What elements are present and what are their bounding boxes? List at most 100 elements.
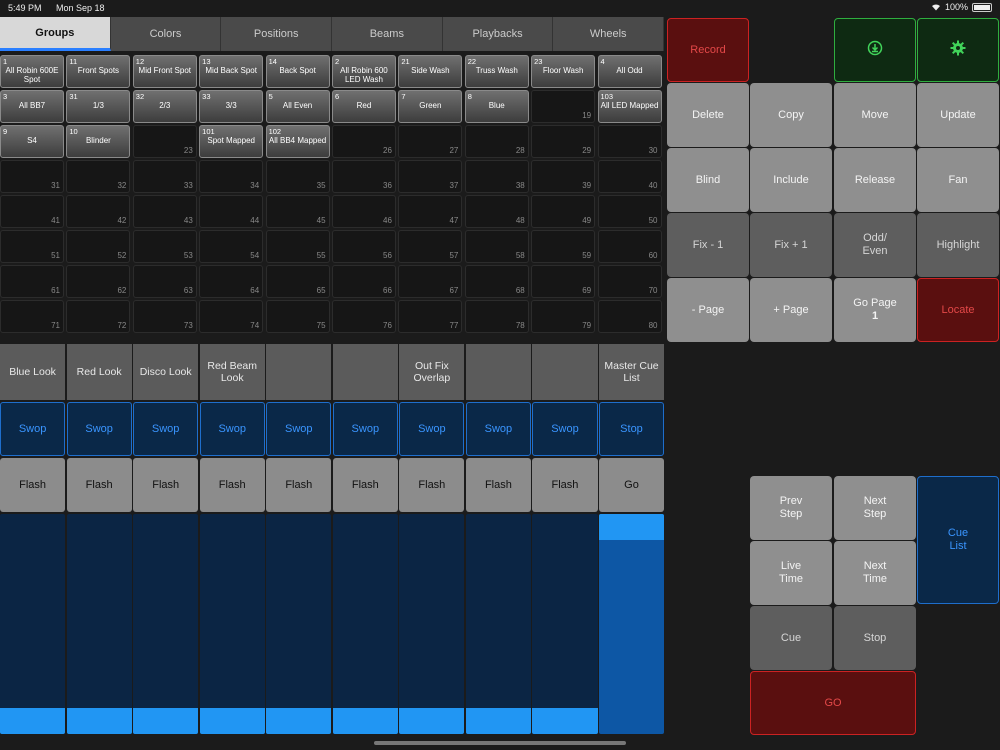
playback-label[interactable] — [532, 344, 598, 400]
empty-cell[interactable]: 78 — [464, 300, 529, 333]
empty-cell[interactable]: 29 — [531, 125, 596, 158]
flash-button[interactable]: Flash — [66, 458, 132, 512]
page-minus-button[interactable]: - Page — [667, 278, 749, 342]
empty-cell[interactable]: 50 — [597, 195, 662, 228]
group-cell[interactable]: 5 All Even — [265, 90, 330, 123]
fader-handle[interactable] — [66, 708, 132, 734]
playback-fader[interactable] — [266, 514, 332, 734]
playback-label[interactable] — [266, 344, 332, 400]
empty-cell[interactable]: 72 — [66, 300, 131, 333]
master-fader[interactable] — [598, 514, 665, 734]
playback-fader[interactable] — [133, 514, 199, 734]
cue-list-button[interactable]: Cue List — [917, 476, 999, 604]
locate-button[interactable]: Locate — [917, 278, 999, 342]
empty-cell[interactable]: 68 — [464, 265, 529, 298]
swop-button[interactable]: Swop — [0, 402, 66, 456]
empty-cell[interactable]: 79 — [531, 300, 596, 333]
empty-cell[interactable]: 30 — [597, 125, 662, 158]
empty-cell[interactable]: 37 — [398, 160, 463, 193]
fader-handle[interactable] — [598, 514, 665, 540]
empty-cell[interactable]: 52 — [66, 230, 131, 263]
empty-cell[interactable]: 77 — [398, 300, 463, 333]
fix-plus-button[interactable]: Fix + 1 — [750, 213, 832, 277]
settings-button[interactable] — [917, 18, 999, 82]
empty-cell[interactable]: 63 — [132, 265, 197, 298]
tab-colors[interactable]: Colors — [110, 17, 222, 51]
swop-button[interactable]: Swop — [532, 402, 598, 456]
blind-button[interactable]: Blind — [667, 148, 749, 212]
playback-fader[interactable] — [332, 514, 398, 734]
swop-button[interactable]: Swop — [66, 402, 132, 456]
empty-cell[interactable]: 65 — [265, 265, 330, 298]
flash-button[interactable]: Flash — [199, 458, 265, 512]
empty-cell[interactable]: 66 — [331, 265, 396, 298]
empty-cell[interactable]: 62 — [66, 265, 131, 298]
group-cell[interactable]: 103 All LED Mapped — [597, 90, 662, 123]
include-button[interactable]: Include — [750, 148, 832, 212]
playback-stop-button[interactable]: Stop — [598, 402, 665, 456]
group-cell[interactable]: 13 Mid Back Spot — [199, 55, 264, 88]
playback-label[interactable]: Red Look — [66, 344, 132, 400]
empty-cell[interactable]: 35 — [265, 160, 330, 193]
empty-cell[interactable]: 59 — [531, 230, 596, 263]
flash-button[interactable]: Flash — [133, 458, 199, 512]
playback-label[interactable]: Disco Look — [133, 344, 199, 400]
empty-cell[interactable]: 45 — [265, 195, 330, 228]
empty-cell[interactable]: 44 — [199, 195, 264, 228]
playback-fader[interactable] — [0, 514, 66, 734]
empty-cell[interactable]: 57 — [398, 230, 463, 263]
empty-cell[interactable]: 46 — [331, 195, 396, 228]
playback-label[interactable]: Master Cue List — [598, 344, 665, 400]
group-cell[interactable]: 101 Spot Mapped — [199, 125, 264, 158]
group-cell[interactable]: 32 2/3 — [132, 90, 197, 123]
playback-fader[interactable] — [399, 514, 465, 734]
playback-go-button[interactable]: Go — [598, 458, 665, 512]
group-cell[interactable]: 31 1/3 — [66, 90, 131, 123]
next-time-button[interactable]: Next Time — [834, 541, 916, 605]
group-cell[interactable]: 10 Blinder — [66, 125, 131, 158]
group-cell[interactable]: 12 Mid Front Spot — [132, 55, 197, 88]
empty-cell[interactable]: 56 — [331, 230, 396, 263]
group-cell[interactable]: 14 Back Spot — [265, 55, 330, 88]
empty-cell[interactable]: 58 — [464, 230, 529, 263]
page-plus-button[interactable]: + Page — [750, 278, 832, 342]
move-button[interactable]: Move — [834, 83, 916, 147]
fix-minus-button[interactable]: Fix - 1 — [667, 213, 749, 277]
fader-handle[interactable] — [399, 708, 465, 734]
empty-cell[interactable]: 33 — [132, 160, 197, 193]
playback-label[interactable] — [332, 344, 398, 400]
flash-button[interactable]: Flash — [332, 458, 398, 512]
fader-handle[interactable] — [133, 708, 199, 734]
fader-handle[interactable] — [266, 708, 332, 734]
empty-cell[interactable]: 76 — [331, 300, 396, 333]
cue-button[interactable]: Cue — [750, 606, 832, 670]
playback-label[interactable]: Blue Look — [0, 344, 66, 400]
playback-fader[interactable] — [532, 514, 598, 734]
playback-label[interactable]: Out Fix Overlap — [399, 344, 465, 400]
empty-cell[interactable]: 70 — [597, 265, 662, 298]
group-cell[interactable]: 22 Truss Wash — [464, 55, 529, 88]
empty-cell[interactable]: 75 — [265, 300, 330, 333]
empty-cell[interactable]: 23 — [132, 125, 197, 158]
swop-button[interactable]: Swop — [199, 402, 265, 456]
flash-button[interactable]: Flash — [532, 458, 598, 512]
fader-handle[interactable] — [465, 708, 531, 734]
playback-label[interactable]: Red Beam Look — [199, 344, 265, 400]
empty-cell[interactable]: 71 — [0, 300, 64, 333]
group-cell[interactable]: 2 All Robin 600 LED Wash — [331, 55, 396, 88]
empty-cell[interactable]: 47 — [398, 195, 463, 228]
release-button[interactable]: Release — [834, 148, 916, 212]
delete-button[interactable]: Delete — [667, 83, 749, 147]
playback-fader[interactable] — [66, 514, 132, 734]
playback-label[interactable] — [465, 344, 531, 400]
go-button[interactable]: GO — [750, 671, 916, 735]
empty-cell[interactable]: 36 — [331, 160, 396, 193]
empty-cell[interactable]: 28 — [464, 125, 529, 158]
empty-cell[interactable]: 69 — [531, 265, 596, 298]
empty-cell[interactable]: 51 — [0, 230, 64, 263]
update-button[interactable]: Update — [917, 83, 999, 147]
group-cell[interactable]: 11 Front Spots — [66, 55, 131, 88]
group-cell[interactable]: 3 All BB7 — [0, 90, 64, 123]
empty-cell[interactable]: 41 — [0, 195, 64, 228]
empty-cell[interactable]: 67 — [398, 265, 463, 298]
